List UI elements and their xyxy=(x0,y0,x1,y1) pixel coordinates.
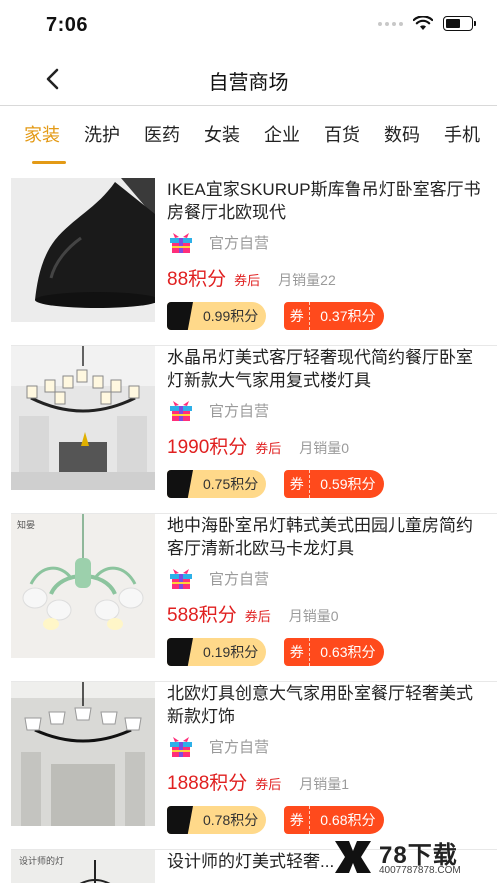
product-price: 88积分 xyxy=(167,269,227,290)
tab-womens-wear[interactable]: 女装 xyxy=(192,106,252,164)
product-title: IKEA宜家SKURUP斯库鲁吊灯卧室客厅书房餐厅北欧现代 xyxy=(167,180,481,222)
category-tabs: 家装 洗护 医药 女装 企业 百货 数码 手机 xyxy=(0,106,497,164)
product-list: IKEA宜家SKURUP斯库鲁吊灯卧室客厅书房餐厅北欧现代 官方自营 88积分 … xyxy=(0,178,497,883)
product-price: 1990积分 xyxy=(167,437,248,458)
product-image: 设计师的灯 xyxy=(11,850,155,883)
wifi-icon xyxy=(413,16,433,30)
shop-label: 官方自营 xyxy=(209,234,270,252)
tab-mobile[interactable]: 手机 xyxy=(432,106,492,164)
tab-general-goods[interactable]: 百货 xyxy=(312,106,372,164)
page-title: 自营商场 xyxy=(208,72,289,94)
product-title: 地中海卧室吊灯韩式美式田园儿童房简约客厅清新北欧马卡龙灯具 xyxy=(167,516,473,558)
status-bar: 7:06 xyxy=(0,0,497,56)
watermark-logo-icon xyxy=(335,841,371,873)
after-coupon-label: 券后 xyxy=(255,441,282,456)
after-coupon-label: 券后 xyxy=(244,609,271,624)
shop-label: 官方自营 xyxy=(209,570,270,588)
product-card[interactable]: 北欧灯具创意大气家用卧室餐厅轻奢美式新款灯饰 官方自营 1888积分 券后 月销… xyxy=(11,682,497,850)
tab-personal-care[interactable]: 洗护 xyxy=(72,106,132,164)
product-card[interactable]: 知晏 地中海卧室吊灯韩式美式田园儿童房简约客厅清新北欧马卡龙灯具 官方自营 58… xyxy=(11,514,497,682)
points-tag: 0.19积分 xyxy=(167,638,267,666)
after-coupon-label: 券后 xyxy=(234,273,261,288)
product-card[interactable]: 水晶吊灯美式客厅轻奢现代简约餐厅卧室灯新款大气家用复式楼灯具 官方自营 1990… xyxy=(11,346,497,514)
product-card[interactable]: IKEA宜家SKURUP斯库鲁吊灯卧室客厅书房餐厅北欧现代 官方自营 88积分 … xyxy=(11,178,497,346)
status-time: 7:06 xyxy=(46,14,89,36)
product-image xyxy=(11,178,155,322)
points-tag: 0.75积分 xyxy=(167,470,267,498)
gift-icon xyxy=(170,233,192,253)
product-title: 北欧灯具创意大气家用卧室餐厅轻奢美式新款灯饰 xyxy=(167,684,473,726)
coupon-tag[interactable]: 券 0.37积分 xyxy=(284,302,384,330)
battery-icon xyxy=(443,16,476,31)
monthly-sales: 月销量22 xyxy=(278,272,336,288)
product-image: 知晏 xyxy=(11,514,155,658)
status-icons xyxy=(378,16,476,31)
watermark-phone: 4007787878.COM xyxy=(379,865,461,876)
shop-label: 官方自营 xyxy=(209,402,270,420)
tab-digital[interactable]: 数码 xyxy=(372,106,432,164)
tab-home-decor[interactable]: 家装 xyxy=(0,106,72,164)
coupon-tag[interactable]: 券 0.63积分 xyxy=(284,638,384,666)
tab-enterprise[interactable]: 企业 xyxy=(252,106,312,164)
signal-icon xyxy=(378,21,403,26)
gift-icon xyxy=(170,737,192,757)
watermark: 78下载 4007787878.COM xyxy=(331,835,487,879)
coupon-tag[interactable]: 券 0.68积分 xyxy=(284,806,384,834)
thumb-brand-label: 设计师的灯 xyxy=(19,856,65,866)
product-image xyxy=(11,346,155,490)
monthly-sales: 月销量0 xyxy=(299,440,350,456)
product-image xyxy=(11,682,155,826)
after-coupon-label: 券后 xyxy=(255,777,282,792)
gift-icon xyxy=(170,569,192,589)
points-tag: 0.78积分 xyxy=(167,806,267,834)
tab-medicine[interactable]: 医药 xyxy=(132,106,192,164)
thumb-brand-label: 知晏 xyxy=(17,520,36,530)
points-tag: 0.99积分 xyxy=(167,302,267,330)
shop-label: 官方自营 xyxy=(209,738,270,756)
gift-icon xyxy=(170,401,192,421)
monthly-sales: 月销量0 xyxy=(288,608,339,624)
monthly-sales: 月销量1 xyxy=(299,776,350,792)
coupon-tag[interactable]: 券 0.59积分 xyxy=(284,470,384,498)
product-title: 水晶吊灯美式客厅轻奢现代简约餐厅卧室灯新款大气家用复式楼灯具 xyxy=(167,348,473,390)
nav-bar: 自营商场 xyxy=(0,56,497,106)
product-price: 1888积分 xyxy=(167,773,248,794)
product-price: 588积分 xyxy=(167,605,237,626)
